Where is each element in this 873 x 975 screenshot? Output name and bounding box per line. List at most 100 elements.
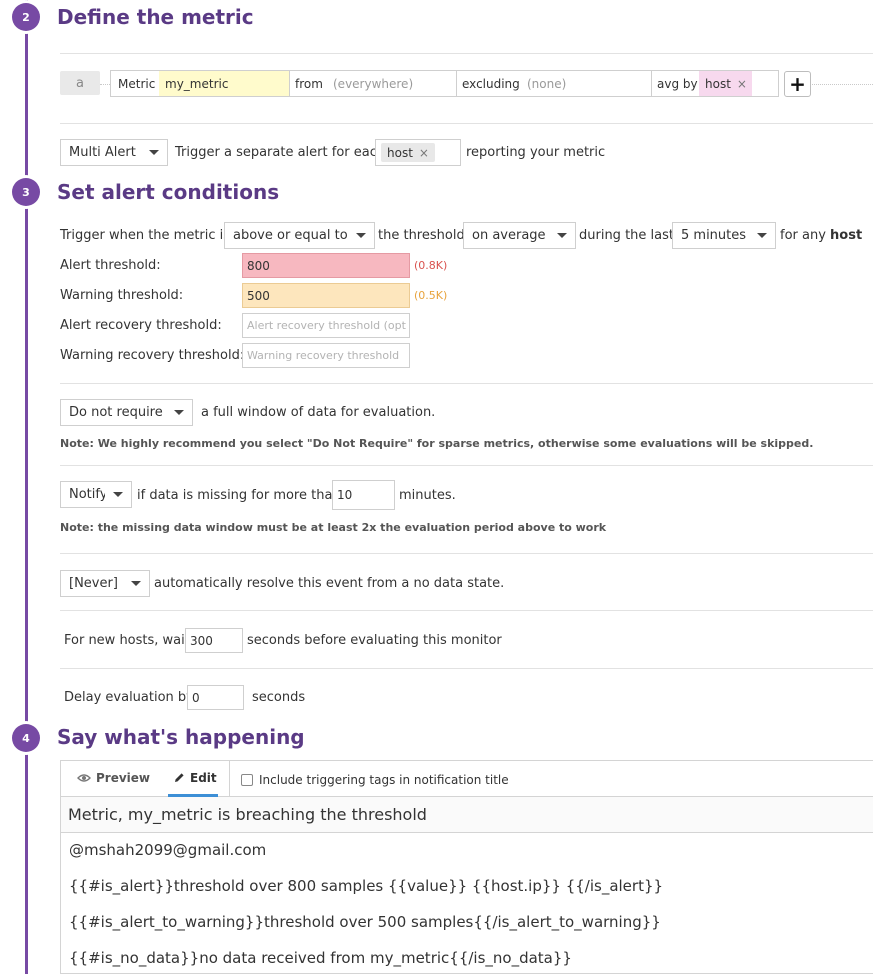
missing-data-text: if data is missing for more than <box>137 488 341 503</box>
metric-name-field[interactable]: my_metric <box>159 71 289 96</box>
chevron-down-icon <box>113 492 123 497</box>
comparator-select[interactable]: above or equal to <box>224 222 375 249</box>
require-window-note: Note: We highly recommend you select "Do… <box>60 437 814 450</box>
aggregation-value: on average <box>472 228 546 243</box>
warning-threshold-hint: (0.5K) <box>414 289 448 302</box>
metric-label: Metric <box>118 76 156 91</box>
timeframe-select[interactable]: 5 minutes <box>672 222 776 249</box>
warning-recovery-input[interactable]: Warning recovery threshold <box>242 343 410 368</box>
include-tags-checkbox[interactable] <box>241 774 253 786</box>
step-number-badge: 2 <box>12 3 40 31</box>
active-tab-indicator <box>168 794 218 797</box>
missing-data-minutes-input[interactable]: 10 <box>332 480 395 510</box>
avg-by-tag[interactable]: host × <box>699 71 752 96</box>
editor-tabs: Preview Edit Include triggering tags in … <box>61 761 873 797</box>
excluding-field[interactable]: (none) <box>522 71 651 96</box>
metric-query-builder: Metric my_metric from (everywhere) exclu… <box>110 70 779 97</box>
connector-line <box>100 84 110 85</box>
delay-evaluation-input[interactable]: 0 <box>187 685 244 710</box>
auto-resolve-text: automatically resolve this event from a … <box>154 576 505 591</box>
timeframe-value: 5 minutes <box>681 228 747 243</box>
include-tags-option[interactable]: Include triggering tags in notification … <box>241 773 509 787</box>
divider <box>229 761 230 797</box>
divider <box>60 53 873 54</box>
require-window-select[interactable]: Do not require <box>60 399 193 426</box>
new-host-suffix: seconds before evaluating this monitor <box>247 633 502 648</box>
divider <box>60 465 873 466</box>
for-any-group-text: for any host <box>780 228 862 243</box>
missing-data-note: Note: the missing data window must be at… <box>60 521 607 534</box>
notification-body-textarea[interactable]: @mshah2099@gmail.com {{#is_alert}}thresh… <box>61 834 873 975</box>
avg-by-tag-label: host <box>705 76 731 91</box>
tab-edit-label: Edit <box>190 771 217 785</box>
group-by-tag-field[interactable]: host × <box>375 139 461 166</box>
require-window-value: Do not require <box>69 405 163 420</box>
divider <box>60 553 873 554</box>
chevron-down-icon <box>174 410 184 415</box>
excluding-label: excluding <box>456 71 522 96</box>
from-label: from <box>289 71 327 96</box>
minutes-label: minutes. <box>399 488 456 503</box>
body-line: {{#is_alert}}threshold over 800 samples … <box>69 877 664 895</box>
for-any-label: for any <box>780 228 826 243</box>
include-tags-label: Include triggering tags in notification … <box>259 773 509 787</box>
step-number-badge: 4 <box>12 724 40 752</box>
divider <box>60 610 873 611</box>
alert-recovery-input[interactable]: Alert recovery threshold (opt <box>242 313 410 338</box>
remove-tag-icon[interactable]: × <box>419 146 429 160</box>
aggregation-select[interactable]: on average <box>463 222 576 249</box>
notification-subject-input[interactable]: Metric, my_metric is breaching the thres… <box>61 797 873 833</box>
alert-type-value: Multi Alert <box>69 145 136 160</box>
comparator-value: above or equal to <box>233 228 348 243</box>
section-title-say-whats-happening: Say what's happening <box>57 725 305 749</box>
section-title-define-metric: Define the metric <box>57 5 254 29</box>
alert-type-select[interactable]: Multi Alert <box>60 139 168 166</box>
alert-type-suffix: reporting your metric <box>466 145 606 160</box>
alert-threshold-label: Alert threshold: <box>60 258 161 273</box>
chevron-down-icon <box>757 233 767 238</box>
tab-preview[interactable]: Preview <box>77 771 150 785</box>
warning-recovery-label: Warning recovery threshold: <box>60 348 245 363</box>
timeline-rail <box>25 0 28 974</box>
warning-threshold-label: Warning threshold: <box>60 288 184 303</box>
notification-editor: Preview Edit Include triggering tags in … <box>60 760 873 974</box>
chevron-down-icon <box>356 233 366 238</box>
avg-by-label: avg by <box>651 71 699 96</box>
alert-threshold-hint: (0.8K) <box>414 259 448 272</box>
during-text: during the last <box>579 228 674 243</box>
threshold-text: the threshold <box>378 228 465 243</box>
body-line: @mshah2099@gmail.com <box>69 841 267 859</box>
delay-text: Delay evaluation by <box>64 690 194 705</box>
auto-resolve-select[interactable]: [Never] <box>60 570 150 597</box>
section-title-alert-conditions: Set alert conditions <box>57 180 280 204</box>
new-host-delay-input[interactable]: 300 <box>185 628 243 653</box>
chevron-down-icon <box>131 581 141 586</box>
alert-type-description: Trigger a separate alert for each <box>175 145 386 160</box>
tab-edit[interactable]: Edit <box>173 771 217 785</box>
from-scope-field[interactable]: (everywhere) <box>327 71 457 96</box>
group-tag-label: host <box>387 145 413 160</box>
alert-threshold-input[interactable]: 800 <box>242 253 410 278</box>
warning-threshold-input[interactable]: 500 <box>242 283 410 308</box>
body-line: {{#is_no_data}}no data received from my_… <box>69 949 572 967</box>
group-tag-chip[interactable]: host × <box>381 143 435 162</box>
missing-data-value: Notify <box>69 487 105 502</box>
connector-line <box>812 84 873 85</box>
remove-tag-icon[interactable]: × <box>737 77 747 91</box>
query-letter-badge: a <box>60 71 100 95</box>
for-any-group: host <box>830 228 863 243</box>
step-number-badge: 3 <box>12 178 40 206</box>
delay-suffix: seconds <box>252 690 306 705</box>
chevron-down-icon <box>149 150 159 155</box>
chevron-down-icon <box>557 233 567 238</box>
tab-preview-label: Preview <box>96 771 151 785</box>
auto-resolve-value: [Never] <box>69 576 118 591</box>
eye-icon <box>77 774 91 782</box>
alert-recovery-label: Alert recovery threshold: <box>60 318 222 333</box>
new-host-text: For new hosts, wait <box>64 633 190 648</box>
require-window-text: a full window of data for evaluation. <box>201 405 436 420</box>
add-query-button[interactable]: + <box>784 71 811 97</box>
body-line: {{#is_alert_to_warning}}threshold over 5… <box>69 913 661 931</box>
missing-data-select[interactable]: Notify <box>60 481 132 508</box>
trigger-prefix-label: Trigger when the metric is <box>60 228 231 243</box>
